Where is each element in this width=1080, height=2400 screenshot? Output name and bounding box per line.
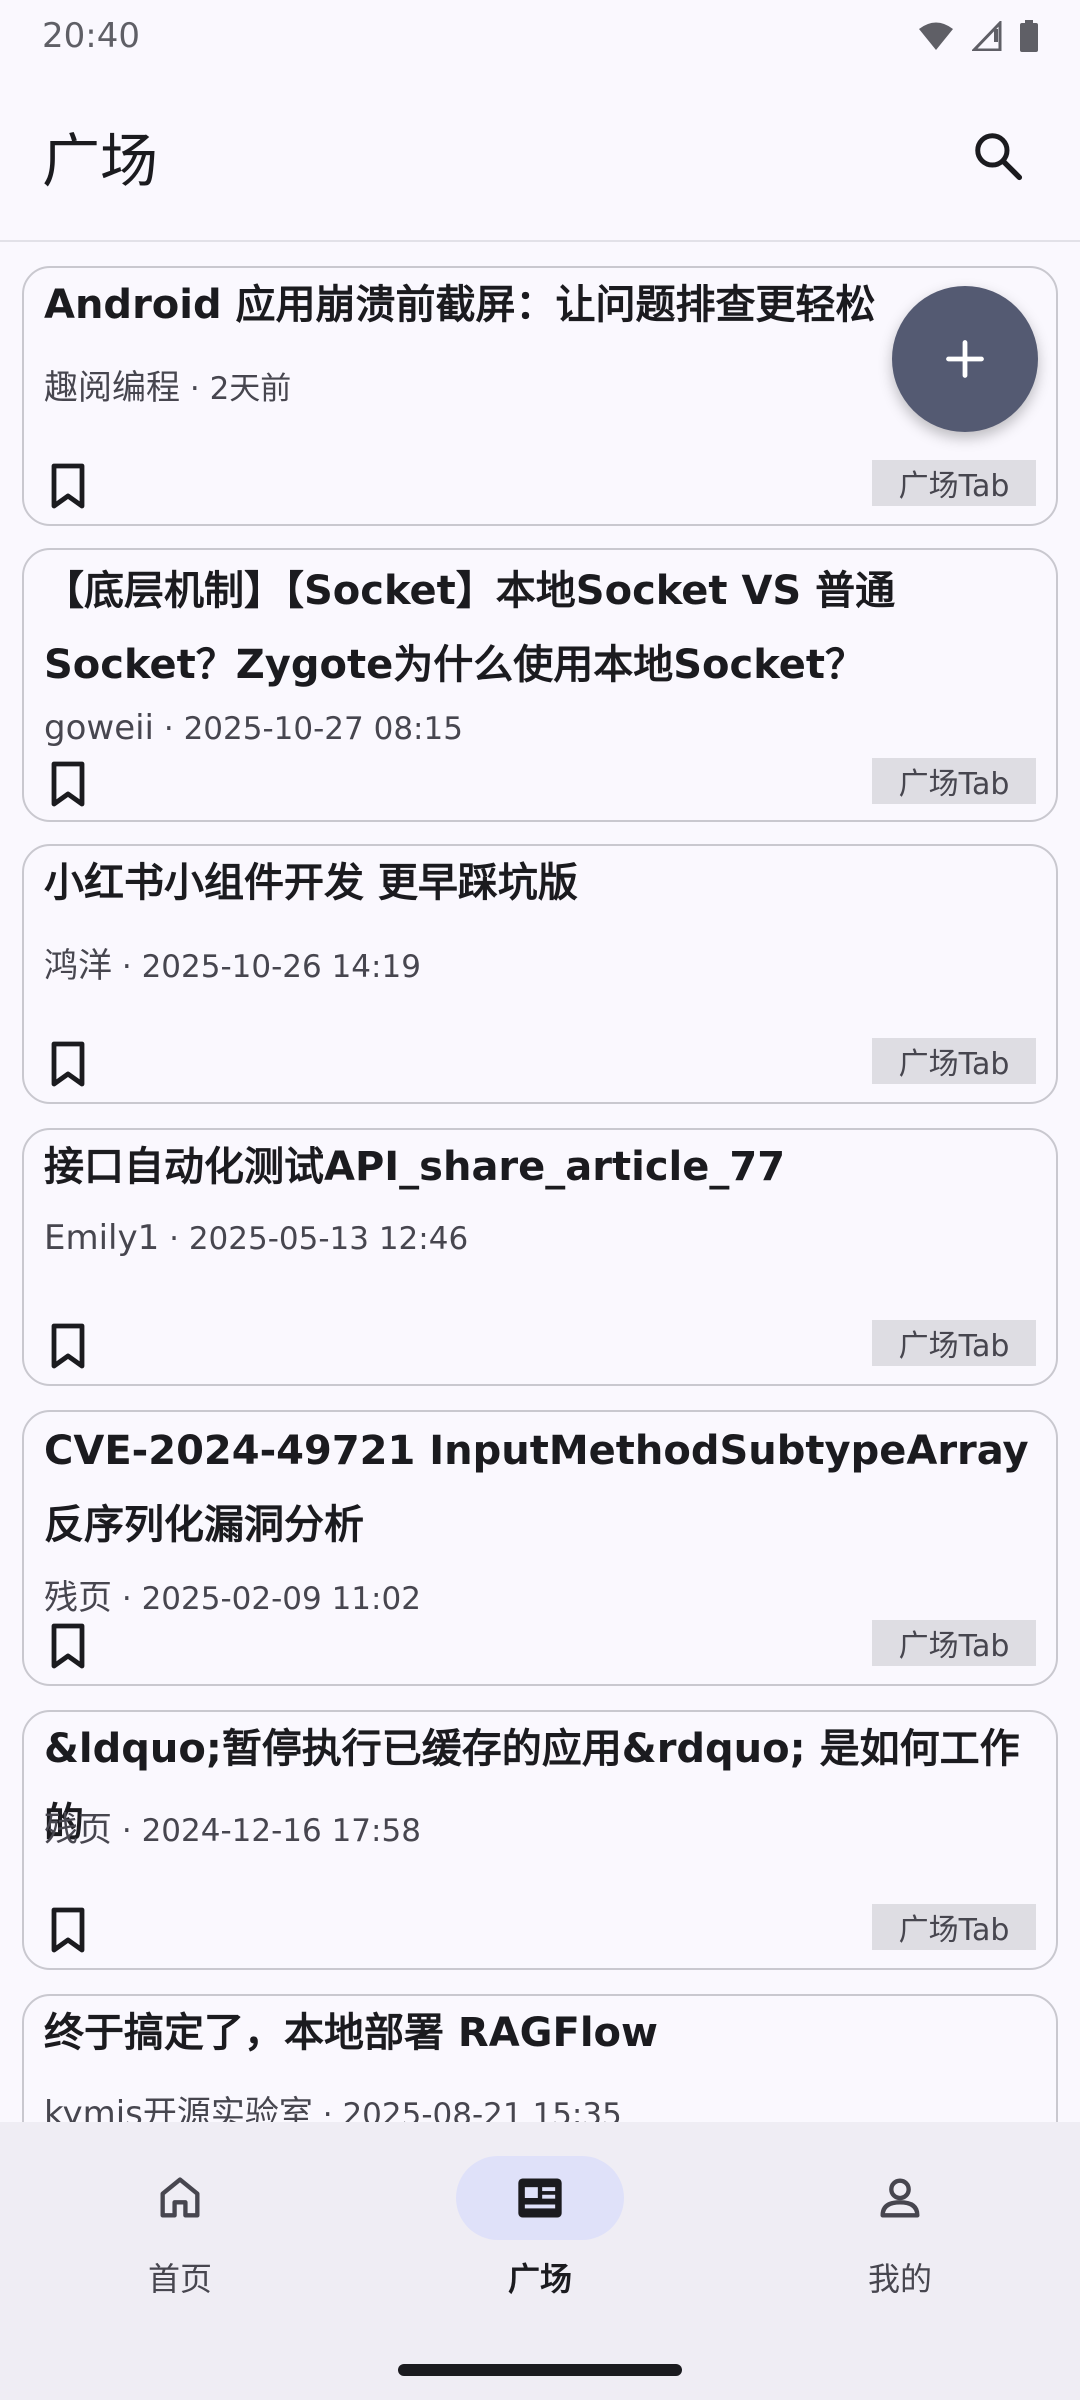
square-icon: [518, 2178, 562, 2218]
nav-label: 首页: [147, 2260, 212, 2298]
article-meta: 鸿洋 · 2025-10-26 14:19: [44, 946, 421, 986]
article-time: 2025-02-09 11:02: [141, 1581, 421, 1617]
article-card[interactable]: 终于搞定了，本地部署 RAGFlow kymjs开源实验室 · 2025-08-…: [22, 1994, 1058, 2122]
article-meta: goweii · 2025-10-27 08:15: [44, 708, 463, 748]
article-title: 接口自动化测试API_share_article_77: [44, 1144, 786, 1190]
article-feed[interactable]: Android 应用崩溃前截屏：让问题排查更轻松 趣阅编程 · 2天前 广场Ta…: [0, 244, 1080, 2122]
article-card[interactable]: CVE-2024-49721 InputMethodSubtypeArray 反…: [22, 1410, 1058, 1686]
article-author: 鸿洋: [44, 946, 112, 986]
nav-item-home[interactable]: 首页: [0, 2156, 360, 2316]
article-author: Emily1: [44, 1218, 160, 1258]
article-card[interactable]: 【底层机制】【Socket】本地Socket VS 普通Socket？Zygot…: [22, 548, 1058, 822]
status-bar: 20:40: [0, 0, 1080, 72]
article-meta: 残页 · 2024-12-16 17:58: [44, 1810, 421, 1850]
article-time: 2025-10-27 08:15: [183, 711, 463, 747]
nav-label: 广场: [507, 2260, 572, 2298]
home-icon: [160, 2177, 200, 2218]
article-author: 残页: [44, 1810, 112, 1850]
battery-icon: [1020, 20, 1038, 52]
article-card[interactable]: &ldquo;暂停执行已缓存的应用&rdquo; 是如何工作的 残页 · 202…: [22, 1710, 1058, 1970]
nav-item-square[interactable]: 广场: [360, 2156, 720, 2316]
article-meta: 趣阅编程 · 2天前: [44, 368, 292, 408]
article-time: 2天前: [209, 371, 292, 407]
nav-pill: [816, 2156, 984, 2240]
article-tag: 广场Tab: [872, 1620, 1036, 1666]
nav-pill-active: [456, 2156, 624, 2240]
article-tag: 广场Tab: [872, 1038, 1036, 1084]
bookmark-icon[interactable]: [48, 1622, 88, 1670]
status-time: 20:40: [42, 16, 140, 56]
nav-item-profile[interactable]: 我的: [720, 2156, 1080, 2316]
article-meta: Emily1 · 2025-05-13 12:46: [44, 1218, 469, 1258]
plus-icon: [946, 340, 984, 378]
article-tag: 广场Tab: [872, 758, 1036, 804]
article-title: 【底层机制】【Socket】本地Socket VS 普通Socket？Zygot…: [44, 568, 896, 688]
article-tag: 广场Tab: [872, 460, 1036, 506]
bottom-navigation: 首页 广场 我的: [0, 2122, 1080, 2400]
article-card[interactable]: 小红书小组件开发 更早踩坑版 鸿洋 · 2025-10-26 14:19 广场T…: [22, 844, 1058, 1104]
article-author: goweii: [44, 708, 155, 748]
page-title: 广场: [42, 127, 159, 195]
bookmark-icon[interactable]: [48, 1322, 88, 1370]
signal-icon: [972, 21, 1002, 51]
article-author: 趣阅编程: [44, 368, 180, 408]
profile-icon: [880, 2178, 920, 2218]
wifi-icon: [919, 22, 953, 50]
article-author: kymjs开源实验室: [44, 2094, 313, 2122]
article-title: 小红书小组件开发 更早踩坑版: [44, 860, 578, 906]
home-indicator[interactable]: [398, 2364, 682, 2376]
add-article-button[interactable]: [892, 286, 1038, 432]
article-time: 2025-08-21 15:35: [342, 2097, 622, 2122]
bookmark-icon[interactable]: [48, 1040, 88, 1088]
status-icons: [918, 20, 1038, 52]
article-tag: 广场Tab: [872, 1320, 1036, 1366]
article-tag: 广场Tab: [872, 1904, 1036, 1950]
nav-label: 我的: [867, 2260, 932, 2298]
article-title: Android 应用崩溃前截屏：让问题排查更轻松: [44, 282, 876, 328]
bookmark-icon[interactable]: [48, 462, 88, 510]
article-time: 2025-10-26 14:19: [141, 949, 421, 985]
article-meta: kymjs开源实验室 · 2025-08-21 15:35: [44, 2086, 1036, 2122]
article-author: 残页: [44, 1578, 112, 1618]
top-app-bar: 广场: [0, 72, 1080, 242]
article-time: 2024-12-16 17:58: [141, 1813, 421, 1849]
article-title: CVE-2024-49721 InputMethodSubtypeArray 反…: [44, 1428, 1029, 1548]
article-title: 终于搞定了，本地部署 RAGFlow: [44, 2010, 658, 2056]
search-button[interactable]: [958, 116, 1038, 196]
article-time: 2025-05-13 12:46: [188, 1221, 469, 1257]
nav-pill: [96, 2156, 264, 2240]
article-meta: 残页 · 2025-02-09 11:02: [44, 1578, 421, 1618]
bookmark-icon[interactable]: [48, 1906, 88, 1954]
article-card[interactable]: 接口自动化测试API_share_article_77 Emily1 · 202…: [22, 1128, 1058, 1386]
search-icon: [975, 133, 1023, 181]
bookmark-icon[interactable]: [48, 760, 88, 808]
